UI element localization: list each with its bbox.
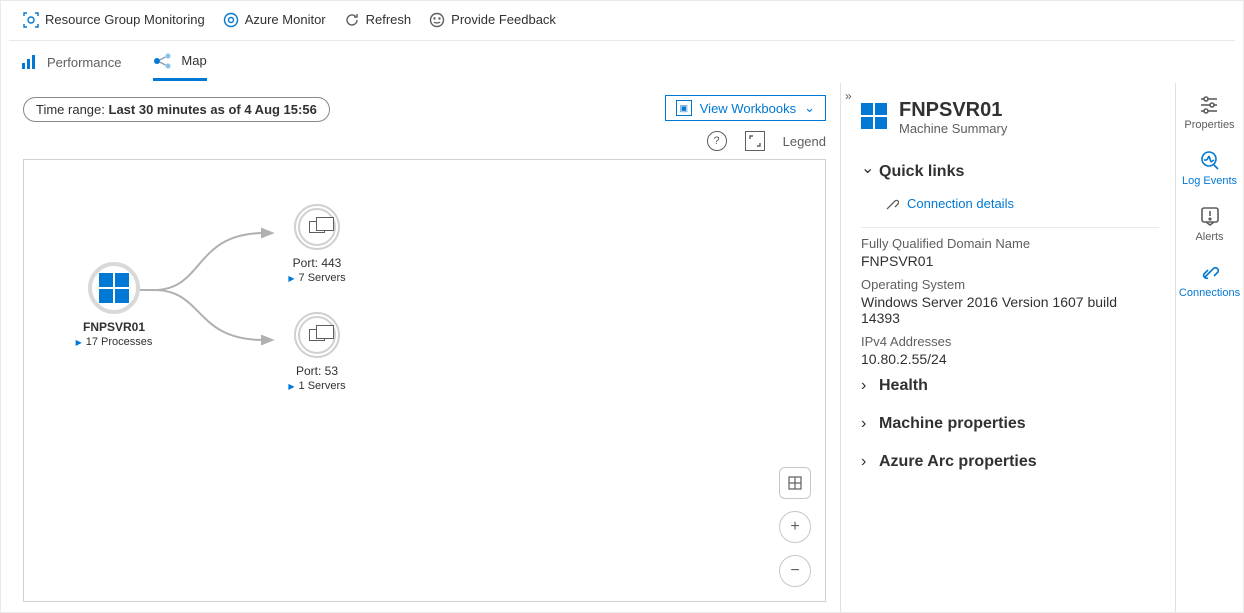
- rail-alerts[interactable]: Alerts: [1195, 205, 1223, 243]
- tab-performance[interactable]: Performance: [21, 53, 121, 79]
- section-quick-links[interactable]: Quick links: [861, 152, 1159, 192]
- zoom-out-button[interactable]: −: [779, 555, 811, 587]
- map-node-main-sub: 17 Processes: [68, 336, 160, 348]
- map-node-port-443-sub: 7 Servers: [272, 272, 362, 284]
- map-node-main[interactable]: FNPSVR01 17 Processes: [68, 262, 160, 348]
- rail-alerts-label: Alerts: [1195, 231, 1223, 243]
- rail-properties[interactable]: Properties: [1184, 93, 1234, 131]
- connection-details-link[interactable]: Connection details: [907, 196, 1014, 211]
- rail-connections[interactable]: Connections: [1179, 261, 1240, 299]
- rail-properties-label: Properties: [1184, 119, 1234, 131]
- legend-label: Legend: [783, 134, 826, 149]
- rail-log-events[interactable]: Log Events: [1182, 149, 1237, 187]
- resource-group-monitoring-button[interactable]: Resource Group Monitoring: [23, 12, 205, 28]
- expand-button[interactable]: [745, 131, 765, 151]
- view-workbooks-button[interactable]: ▣ View Workbooks ⌄: [665, 95, 826, 121]
- feedback-label: Provide Feedback: [451, 12, 556, 27]
- section-arc-properties[interactable]: Azure Arc properties: [861, 443, 1159, 481]
- machine-props-header: Machine properties: [879, 415, 1026, 433]
- windows-logo-icon: [861, 103, 887, 136]
- os-value: Windows Server 2016 Version 1607 build 1…: [861, 294, 1159, 326]
- map-node-port-443[interactable]: Port: 443 7 Servers: [272, 204, 362, 284]
- zoom-in-button[interactable]: +: [779, 511, 811, 543]
- workbooks-icon: ▣: [676, 100, 692, 116]
- windows-logo-icon: [99, 273, 129, 303]
- right-rail: Properties Log Events Alerts Connections: [1175, 83, 1243, 612]
- os-label: Operating System: [861, 277, 1159, 292]
- scope-icon: [23, 12, 39, 28]
- section-health[interactable]: Health: [861, 367, 1159, 405]
- details-panel: » FNPSVR01 Machine Summary Quick links C…: [840, 83, 1175, 612]
- map-area: Time range: Last 30 minutes as of 4 Aug …: [1, 83, 840, 612]
- health-header: Health: [879, 377, 928, 395]
- tab-performance-label: Performance: [47, 55, 121, 70]
- help-button[interactable]: ?: [707, 131, 727, 151]
- details-title: FNPSVR01: [899, 99, 1007, 121]
- feedback-icon: [429, 12, 445, 28]
- azure-monitor-label: Azure Monitor: [245, 12, 326, 27]
- fit-to-screen-button[interactable]: [779, 467, 811, 499]
- monitor-icon: [223, 12, 239, 28]
- section-machine-properties[interactable]: Machine properties: [861, 405, 1159, 443]
- map-node-main-title: FNPSVR01: [68, 320, 160, 334]
- refresh-icon: [344, 12, 360, 28]
- map-node-port-53[interactable]: Port: 53 1 Servers: [272, 312, 362, 392]
- tab-bar: Performance Map: [1, 41, 1243, 83]
- feedback-button[interactable]: Provide Feedback: [429, 12, 556, 28]
- collapse-panel-button[interactable]: »: [845, 89, 852, 103]
- servers-icon: [309, 221, 325, 233]
- performance-icon: [21, 53, 39, 71]
- tab-map[interactable]: Map: [153, 52, 206, 81]
- refresh-label: Refresh: [366, 12, 412, 27]
- time-range-prefix: Time range:: [36, 102, 109, 117]
- time-range-value: Last 30 minutes as of 4 Aug 15:56: [109, 102, 317, 117]
- command-bar: Resource Group Monitoring Azure Monitor …: [9, 1, 1235, 41]
- view-workbooks-label: View Workbooks: [700, 101, 796, 116]
- chevron-down-icon: ⌄: [804, 100, 815, 116]
- map-canvas[interactable]: FNPSVR01 17 Processes Port: 443 7 Server…: [23, 159, 826, 602]
- refresh-button[interactable]: Refresh: [344, 12, 412, 28]
- ip-value: 10.80.2.55/24: [861, 351, 1159, 367]
- quick-links-header: Quick links: [879, 163, 964, 181]
- map-node-port-53-title: Port: 53: [272, 364, 362, 378]
- rail-log-events-label: Log Events: [1182, 175, 1237, 187]
- zoom-controls: + −: [779, 467, 811, 587]
- connection-icon: [885, 197, 899, 211]
- ip-label: IPv4 Addresses: [861, 334, 1159, 349]
- tab-map-label: Map: [181, 53, 206, 68]
- fqdn-label: Fully Qualified Domain Name: [861, 236, 1159, 251]
- legend-row: ? Legend: [707, 131, 826, 151]
- rail-connections-label: Connections: [1179, 287, 1240, 299]
- time-range-selector[interactable]: Time range: Last 30 minutes as of 4 Aug …: [23, 97, 330, 122]
- map-node-port-53-sub: 1 Servers: [272, 380, 362, 392]
- servers-icon: [309, 329, 325, 341]
- map-icon: [153, 52, 173, 70]
- resource-group-monitoring-label: Resource Group Monitoring: [45, 12, 205, 27]
- arc-header: Azure Arc properties: [879, 453, 1037, 471]
- map-node-port-443-title: Port: 443: [272, 256, 362, 270]
- details-subtitle: Machine Summary: [899, 121, 1007, 136]
- azure-monitor-button[interactable]: Azure Monitor: [223, 12, 326, 28]
- fqdn-value: FNPSVR01: [861, 253, 1159, 269]
